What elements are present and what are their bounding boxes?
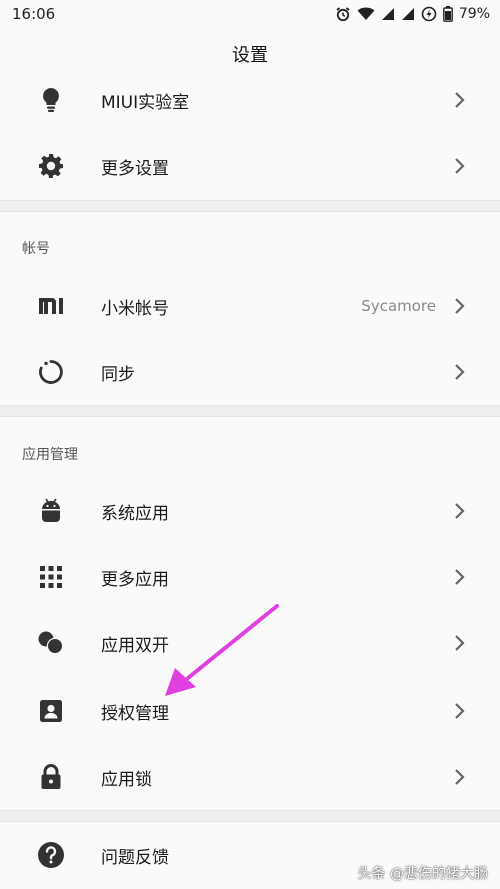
permission-icon — [37, 697, 65, 725]
section-header-account: 帐号 — [22, 241, 50, 257]
row-label: 问题反馈 — [101, 847, 169, 868]
chevron-right-icon — [455, 703, 465, 719]
battery-percent: 79% — [458, 6, 490, 22]
row-more-settings[interactable]: 更多设置 — [0, 133, 500, 199]
row-permission-management[interactable]: 授权管理 — [0, 678, 500, 744]
status-icons: 79% — [335, 6, 490, 22]
section-divider — [0, 405, 500, 417]
watermark: 头条 @悲伤的猪大肠 — [357, 866, 488, 882]
lightbulb-icon — [37, 86, 65, 114]
signal-icon — [401, 7, 415, 21]
row-app-lock[interactable]: 应用锁 — [0, 744, 500, 810]
section-divider — [0, 200, 500, 212]
row-label: 更多应用 — [101, 569, 169, 590]
chevron-right-icon — [455, 769, 465, 785]
status-bar: 16:06 79% — [0, 0, 500, 28]
lock-icon — [37, 763, 65, 791]
row-dual-apps[interactable]: 应用双开 — [0, 610, 500, 676]
gear-icon — [37, 152, 65, 180]
mi-logo-icon — [37, 292, 65, 320]
chevron-right-icon — [455, 503, 465, 519]
help-icon — [37, 841, 65, 869]
chevron-right-icon — [455, 298, 465, 314]
row-more-apps[interactable]: 更多应用 — [0, 544, 500, 610]
account-name-value: Sycamore — [361, 297, 436, 315]
row-label: 小米帐号 — [101, 298, 169, 319]
charging-icon — [421, 6, 437, 22]
row-miui-lab[interactable]: MIUI实验室 — [0, 67, 500, 133]
row-label: 同步 — [101, 364, 135, 385]
chevron-right-icon — [455, 92, 465, 108]
alarm-icon — [335, 6, 351, 22]
row-mi-account[interactable]: 小米帐号 Sycamore — [0, 273, 500, 339]
section-divider — [0, 810, 500, 822]
chevron-right-icon — [455, 635, 465, 651]
signal-icon — [381, 7, 395, 21]
wifi-icon — [357, 7, 375, 21]
row-sync[interactable]: 同步 — [0, 339, 500, 405]
row-label: 更多设置 — [101, 158, 169, 179]
row-label: 应用双开 — [101, 635, 169, 656]
dual-app-icon — [37, 629, 65, 657]
battery-icon — [442, 6, 453, 22]
row-label: 应用锁 — [101, 769, 152, 790]
row-label: 授权管理 — [101, 703, 169, 724]
row-label: MIUI实验室 — [101, 92, 190, 113]
chevron-right-icon — [455, 569, 465, 585]
status-time: 16:06 — [12, 5, 56, 23]
sync-icon — [37, 358, 65, 386]
chevron-right-icon — [455, 158, 465, 174]
chevron-right-icon — [455, 364, 465, 380]
grid-icon — [37, 563, 65, 591]
row-system-apps[interactable]: 系统应用 — [0, 478, 500, 544]
section-header-apps: 应用管理 — [22, 447, 78, 463]
android-icon — [37, 497, 65, 525]
row-label: 系统应用 — [101, 503, 169, 524]
